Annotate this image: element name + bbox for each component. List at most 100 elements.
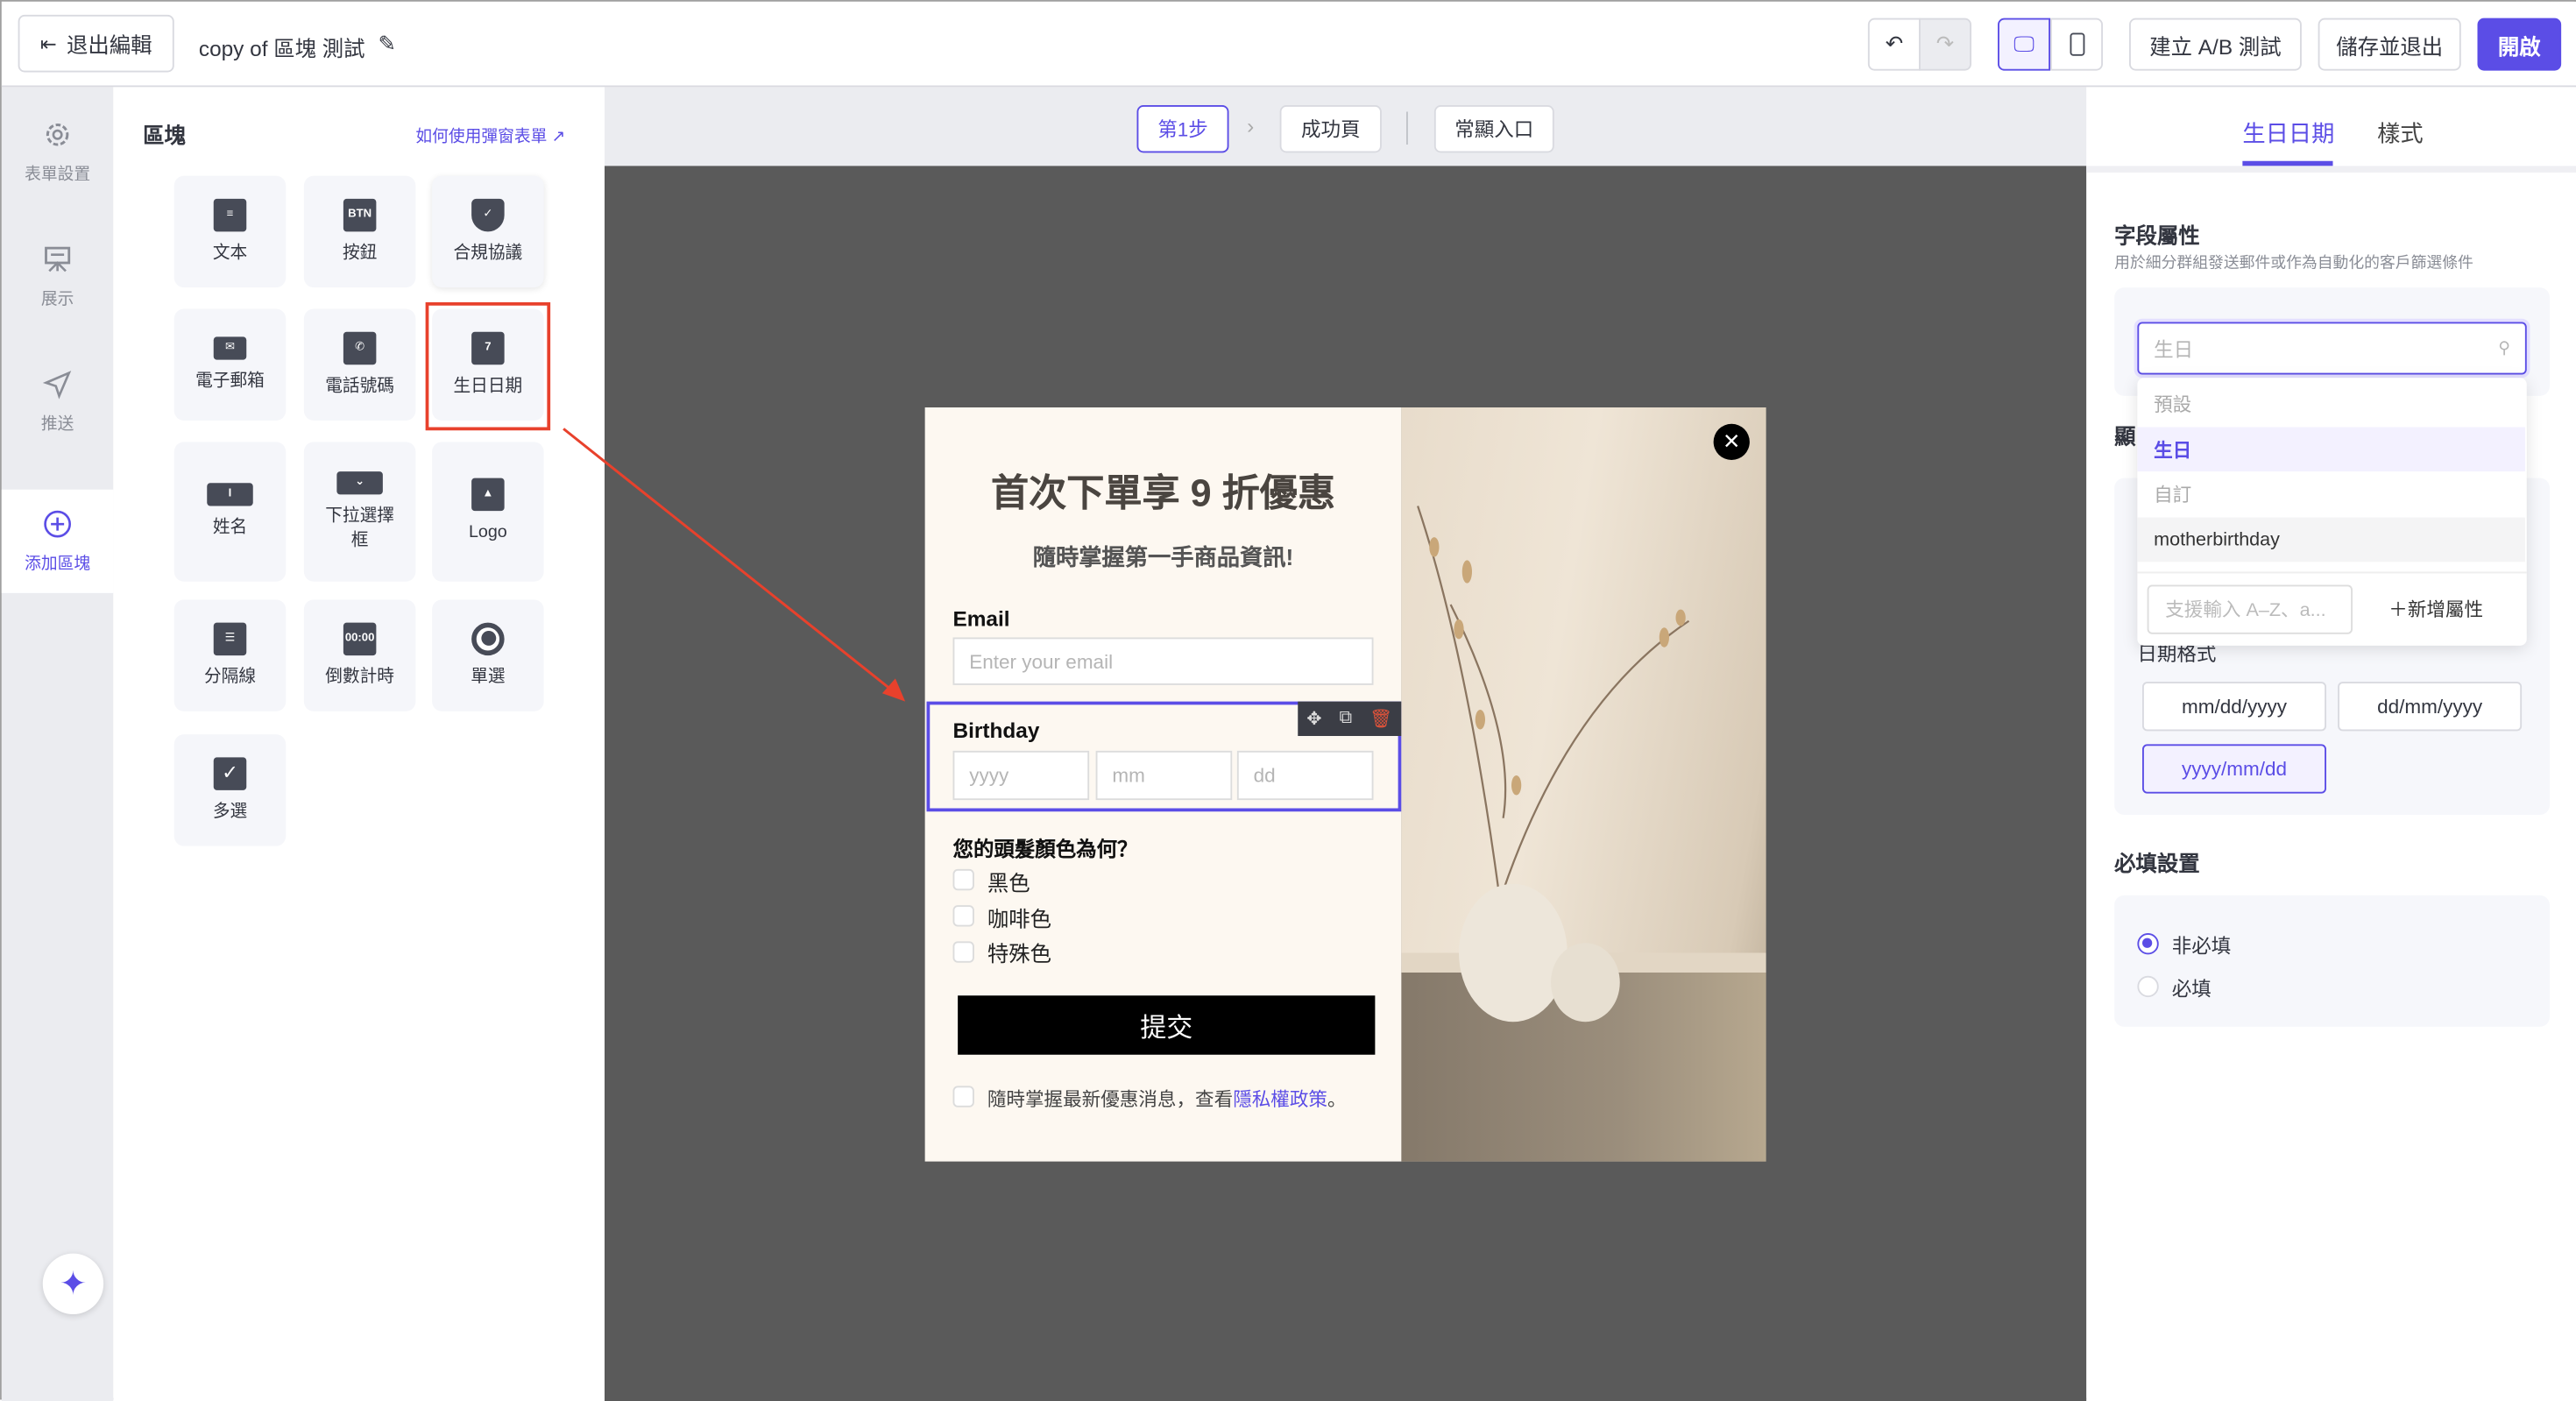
format-option-selected[interactable]: yyyy/mm/dd	[2142, 744, 2326, 794]
tile-label: 單選	[471, 666, 506, 687]
popup-form: 首次下單享 9 折優惠 隨時掌握第一手商品資訊! Email Enter you…	[924, 407, 1402, 1162]
exit-edit-button[interactable]: ⇤ 退出編輯	[18, 14, 174, 73]
tile-label: 文本	[212, 242, 248, 263]
consent-checkbox[interactable]	[952, 1086, 974, 1107]
exit-icon: ⇤	[39, 32, 57, 55]
radio-label: 非必填	[2171, 934, 2232, 959]
dropdown-group-label: 預設	[2154, 394, 2192, 415]
month-input[interactable]: mm	[1095, 750, 1233, 801]
vase-illustration	[1417, 506, 1690, 1022]
popup-image: ✕	[1401, 407, 1766, 1162]
btn-icon: BTN	[343, 198, 377, 231]
help-link[interactable]: 如何使用彈窗表單 ↗	[415, 122, 565, 146]
tile-text[interactable]: ≡ 文本	[173, 175, 287, 288]
tile-dropdown[interactable]: ⌄ 下拉選擇框	[303, 442, 416, 582]
day-input[interactable]: dd	[1236, 750, 1374, 801]
divider-icon: ☰	[213, 621, 247, 655]
rail-item-form-settings[interactable]: 表單設置	[2, 120, 114, 184]
option-label: 黑色	[987, 870, 1030, 895]
popup-headline[interactable]: 首次下單享 9 折優惠	[925, 462, 1402, 518]
top-bar: ⇤ 退出編輯 copy of 區塊 測試 ✎ ↶ ↷ 🖵 建立 A/B 測試 儲存…	[1, 1, 2576, 88]
display-icon	[45, 246, 71, 272]
tile-button[interactable]: BTN 按鈕	[303, 175, 416, 288]
required-title: 必填設置	[2114, 851, 2200, 876]
tile-countdown[interactable]: 00:00 倒數計時	[303, 599, 416, 711]
radio-not-required[interactable]	[2137, 933, 2159, 955]
rail-item-push[interactable]: 推送	[2, 370, 114, 434]
search-icon: ⚲	[2498, 339, 2510, 357]
edit-pencil-icon[interactable]: ✎	[379, 32, 396, 63]
dropdown-group-label: 自訂	[2154, 485, 2192, 506]
desktop-view-button[interactable]: 🖵	[1998, 18, 2050, 71]
tile-label: 合規協議	[453, 242, 523, 263]
left-rail: 表單設置 展示 推送 添加區塊 ✦	[1, 87, 114, 1401]
step-divider	[1406, 111, 1408, 145]
duplicate-icon[interactable]: ⧉	[1339, 708, 1352, 729]
rail-label: 推送	[40, 415, 74, 434]
tab-birthday[interactable]: 生日日期	[2242, 117, 2334, 150]
year-input[interactable]: yyyy	[952, 750, 1090, 801]
image-icon: ▲	[471, 478, 505, 512]
tile-label: 倒數計時	[325, 666, 394, 687]
required-card	[2114, 895, 2550, 1027]
popup-subhead[interactable]: 隨時掌握第一手商品資訊!	[925, 541, 1402, 574]
tab-style[interactable]: 樣式	[2377, 117, 2424, 150]
radio-label: 必填	[2171, 977, 2212, 1001]
format-option[interactable]: dd/mm/yyyy	[2338, 682, 2523, 732]
add-attribute-button[interactable]: ＋新增屬性	[2388, 597, 2483, 623]
external-link-icon: ↗	[551, 128, 566, 146]
rail-item-display[interactable]: 展示	[2, 244, 114, 309]
tile-label: 電話號碼	[325, 375, 394, 396]
privacy-link[interactable]: 隱私權政策	[1233, 1091, 1327, 1111]
tile-label: 姓名	[212, 517, 248, 538]
help-link-text: 如何使用彈窗表單	[415, 128, 548, 146]
trash-icon[interactable]: 🗑	[1369, 708, 1392, 730]
save-exit-button[interactable]: 儲存並退出	[2318, 18, 2461, 71]
dropdown-option[interactable]: motherbirthday	[2137, 517, 2525, 563]
block-toolbar: ✥ ⧉ 🗑	[1298, 701, 1402, 736]
search-placeholder: 生日	[2154, 337, 2194, 361]
tile-logo[interactable]: ▲ Logo	[432, 442, 544, 582]
tile-divider[interactable]: ☰ 分隔線	[173, 599, 287, 711]
rail-item-add-block[interactable]: 添加區塊	[1, 489, 114, 593]
text-cursor-icon: I	[207, 483, 253, 506]
radio-icon	[471, 621, 505, 655]
new-attribute-input[interactable]: 支援輸入 A–Z、a...	[2147, 584, 2353, 634]
dropdown-icon: ⌄	[336, 471, 383, 495]
option-checkbox[interactable]	[952, 905, 974, 927]
properties-panel: 生日日期 樣式 字段屬性 用於細分群組發送郵件或作為自動化的客戶篩選條件 顯 日…	[2086, 87, 2576, 1401]
mobile-icon	[2069, 32, 2084, 56]
teaser-tab[interactable]: 常顯入口	[1433, 105, 1554, 153]
step-1-tab[interactable]: 第1步	[1136, 105, 1229, 153]
tile-email[interactable]: ✉ 電子郵箱	[173, 308, 287, 421]
redo-button[interactable]: ↷	[1919, 18, 1971, 71]
tile-checkbox[interactable]: ✓ 多選	[173, 734, 287, 846]
envelope-icon: ✉	[213, 336, 247, 359]
attribute-search-input[interactable]: 生日 ⚲	[2137, 322, 2527, 375]
mobile-view-button[interactable]	[2050, 18, 2103, 71]
option-label: 特殊色	[987, 941, 1052, 966]
move-icon[interactable]: ✥	[1306, 708, 1321, 730]
dropdown-option-selected[interactable]: 生日	[2137, 427, 2525, 472]
success-page-tab[interactable]: 成功頁	[1279, 105, 1382, 153]
tile-name[interactable]: I 姓名	[173, 442, 287, 582]
tile-compliance[interactable]: ✓ 合規協議	[432, 175, 544, 288]
tab-divider	[2086, 166, 2576, 173]
close-popup-button[interactable]: ✕	[1713, 423, 1750, 460]
undo-button[interactable]: ↶	[1867, 18, 1921, 71]
option-checkbox[interactable]	[952, 941, 974, 963]
tile-phone[interactable]: ✆ 電話號碼	[303, 308, 416, 421]
radio-required[interactable]	[2137, 975, 2159, 998]
field-title: 字段屬性	[2114, 223, 2200, 249]
option-checkbox[interactable]	[952, 868, 974, 891]
chevron-right-icon: ›	[1247, 113, 1255, 138]
ab-test-button[interactable]: 建立 A/B 測試	[2129, 18, 2302, 71]
open-button[interactable]: 開啟	[2477, 18, 2562, 71]
blocks-panel: 區塊 如何使用彈窗表單 ↗ ≡ 文本 BTN 按鈕 ✓ 合規協議 ✉ 電子郵箱 ✆ 電話號…	[113, 87, 605, 1401]
ai-sparkle-button[interactable]: ✦	[42, 1253, 104, 1314]
tile-radio[interactable]: 單選	[432, 599, 544, 711]
field-desc: 用於細分群組發送郵件或作為自動化的客戶篩選條件	[2114, 254, 2473, 273]
submit-button[interactable]: 提交	[958, 995, 1376, 1055]
format-option[interactable]: mm/dd/yyyy	[2142, 682, 2326, 732]
email-input[interactable]: Enter your email	[952, 637, 1374, 685]
